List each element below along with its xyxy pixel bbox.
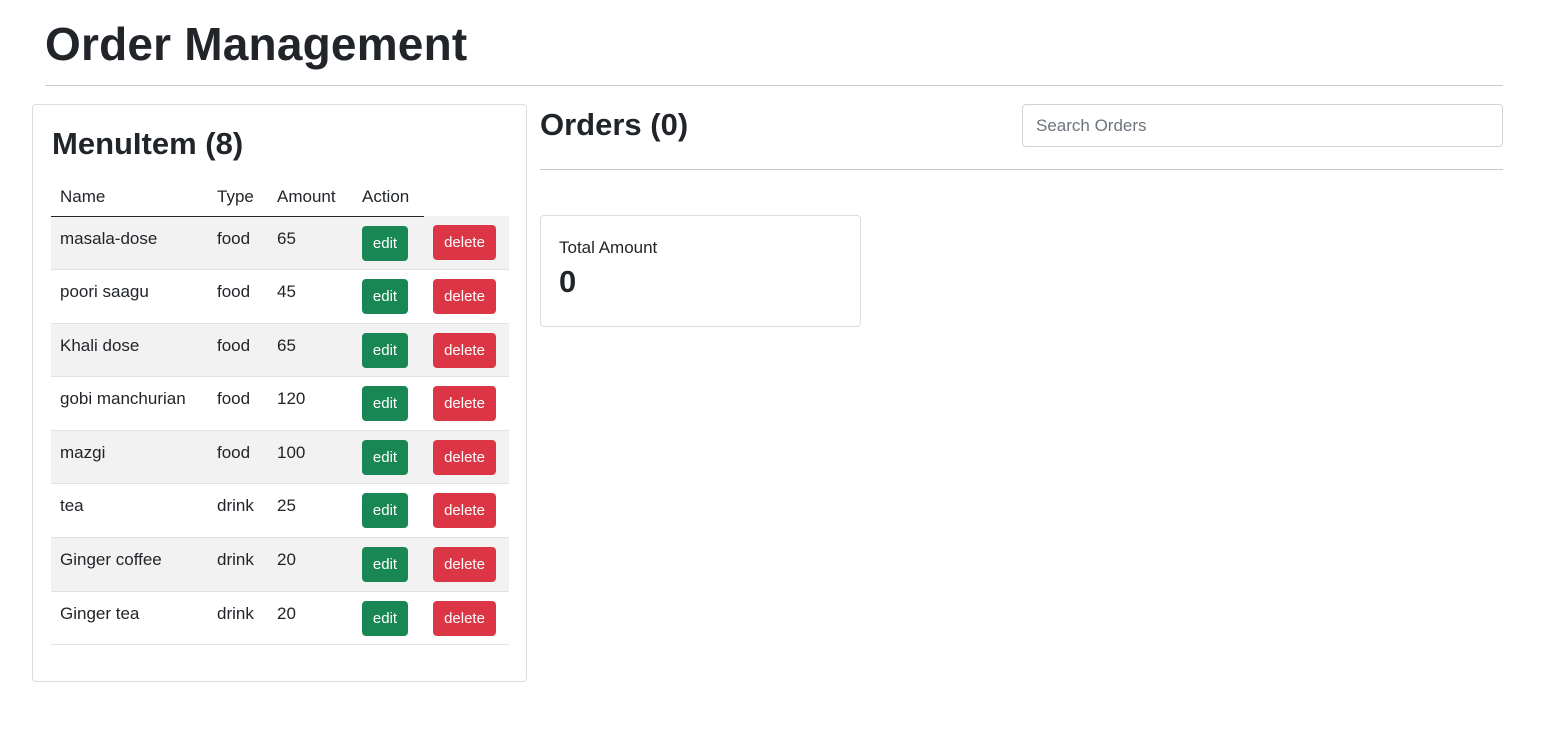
- delete-cell: delete: [424, 323, 509, 378]
- item-type: drink: [208, 537, 268, 592]
- table-row: gobi manchurian food 120 edit delete: [51, 376, 509, 431]
- edit-button[interactable]: edit: [362, 279, 408, 315]
- edit-cell: edit: [353, 537, 424, 592]
- table-row: mazgi food 100 edit delete: [51, 430, 509, 485]
- delete-cell: delete: [424, 537, 509, 592]
- edit-cell: edit: [353, 216, 424, 271]
- delete-button[interactable]: delete: [433, 386, 496, 422]
- item-type: food: [208, 269, 268, 324]
- menu-items-body: masala-dose food 65 edit delete poori saagu fo…: [51, 216, 509, 646]
- total-amount-card: Total Amount 0: [540, 215, 861, 327]
- total-amount-label: Total Amount: [559, 238, 658, 257]
- item-name: masala-dose: [51, 216, 208, 271]
- page-title: Order Management: [45, 18, 468, 70]
- edit-button[interactable]: edit: [362, 439, 408, 475]
- edit-cell: edit: [353, 483, 424, 539]
- delete-button[interactable]: delete: [433, 225, 496, 260]
- table-row: Ginger tea drink 20 edit delete: [51, 591, 509, 646]
- item-type: food: [208, 323, 268, 378]
- delete-button[interactable]: delete: [433, 493, 496, 529]
- item-amount: 65: [268, 216, 353, 271]
- column-header-amount: Amount: [268, 178, 353, 217]
- edit-cell: edit: [353, 269, 424, 324]
- column-header-spacer: [424, 178, 509, 216]
- item-type: drink: [208, 591, 268, 646]
- menu-items-table: Name Type Amount Action masala-dose food 6…: [51, 178, 509, 646]
- item-type: drink: [208, 483, 268, 539]
- table-row: Khali dose food 65 edit delete: [51, 323, 509, 378]
- item-name: poori saagu: [51, 269, 208, 324]
- edit-button[interactable]: edit: [362, 386, 408, 422]
- table-row: poori saagu food 45 edit delete: [51, 269, 509, 324]
- delete-button[interactable]: delete: [433, 439, 496, 475]
- item-amount: 20: [268, 591, 353, 646]
- item-type: food: [208, 430, 268, 485]
- delete-cell: delete: [424, 483, 509, 539]
- edit-cell: edit: [353, 376, 424, 431]
- item-amount: 65: [268, 323, 353, 378]
- column-header-action: Action: [353, 178, 424, 217]
- column-header-name: Name: [51, 178, 208, 217]
- edit-button[interactable]: edit: [362, 547, 408, 583]
- item-amount: 25: [268, 483, 353, 539]
- table-row: tea drink 25 edit delete: [51, 483, 509, 539]
- item-type: food: [208, 216, 268, 271]
- delete-button[interactable]: delete: [433, 332, 496, 368]
- header-divider: [45, 85, 1503, 86]
- edit-button[interactable]: edit: [362, 225, 408, 261]
- item-name: Ginger tea: [51, 591, 208, 646]
- item-name: Khali dose: [51, 323, 208, 378]
- edit-button[interactable]: edit: [362, 600, 408, 636]
- item-amount: 100: [268, 430, 353, 485]
- menu-items-heading: MenuItem (8): [52, 126, 244, 161]
- delete-button[interactable]: delete: [433, 547, 496, 583]
- edit-cell: edit: [353, 323, 424, 378]
- table-row: Ginger coffee drink 20 edit delete: [51, 537, 509, 592]
- item-amount: 120: [268, 376, 353, 431]
- delete-button[interactable]: delete: [433, 600, 496, 636]
- edit-button[interactable]: edit: [362, 493, 408, 529]
- item-amount: 20: [268, 537, 353, 592]
- edit-cell: edit: [353, 430, 424, 485]
- delete-cell: delete: [424, 430, 509, 485]
- total-amount-value: 0: [559, 264, 577, 299]
- edit-cell: edit: [353, 591, 424, 646]
- table-row: masala-dose food 65 edit delete: [51, 216, 509, 271]
- menu-items-panel: MenuItem (8) Name Type Amount Action mas…: [32, 104, 527, 682]
- column-header-type: Type: [208, 178, 268, 217]
- edit-button[interactable]: edit: [362, 332, 408, 368]
- item-type: food: [208, 376, 268, 431]
- search-orders-input[interactable]: [1022, 104, 1503, 147]
- delete-cell: delete: [424, 269, 509, 324]
- orders-heading: Orders (0): [540, 107, 689, 142]
- item-name: tea: [51, 483, 208, 539]
- delete-cell: delete: [424, 216, 509, 271]
- table-header-row: Name Type Amount Action: [51, 178, 509, 217]
- item-name: Ginger coffee: [51, 537, 208, 592]
- item-name: mazgi: [51, 430, 208, 485]
- orders-divider: [540, 169, 1503, 170]
- delete-cell: delete: [424, 376, 509, 431]
- item-amount: 45: [268, 269, 353, 324]
- delete-button[interactable]: delete: [433, 279, 496, 315]
- item-name: gobi manchurian: [51, 376, 208, 431]
- delete-cell: delete: [424, 591, 509, 646]
